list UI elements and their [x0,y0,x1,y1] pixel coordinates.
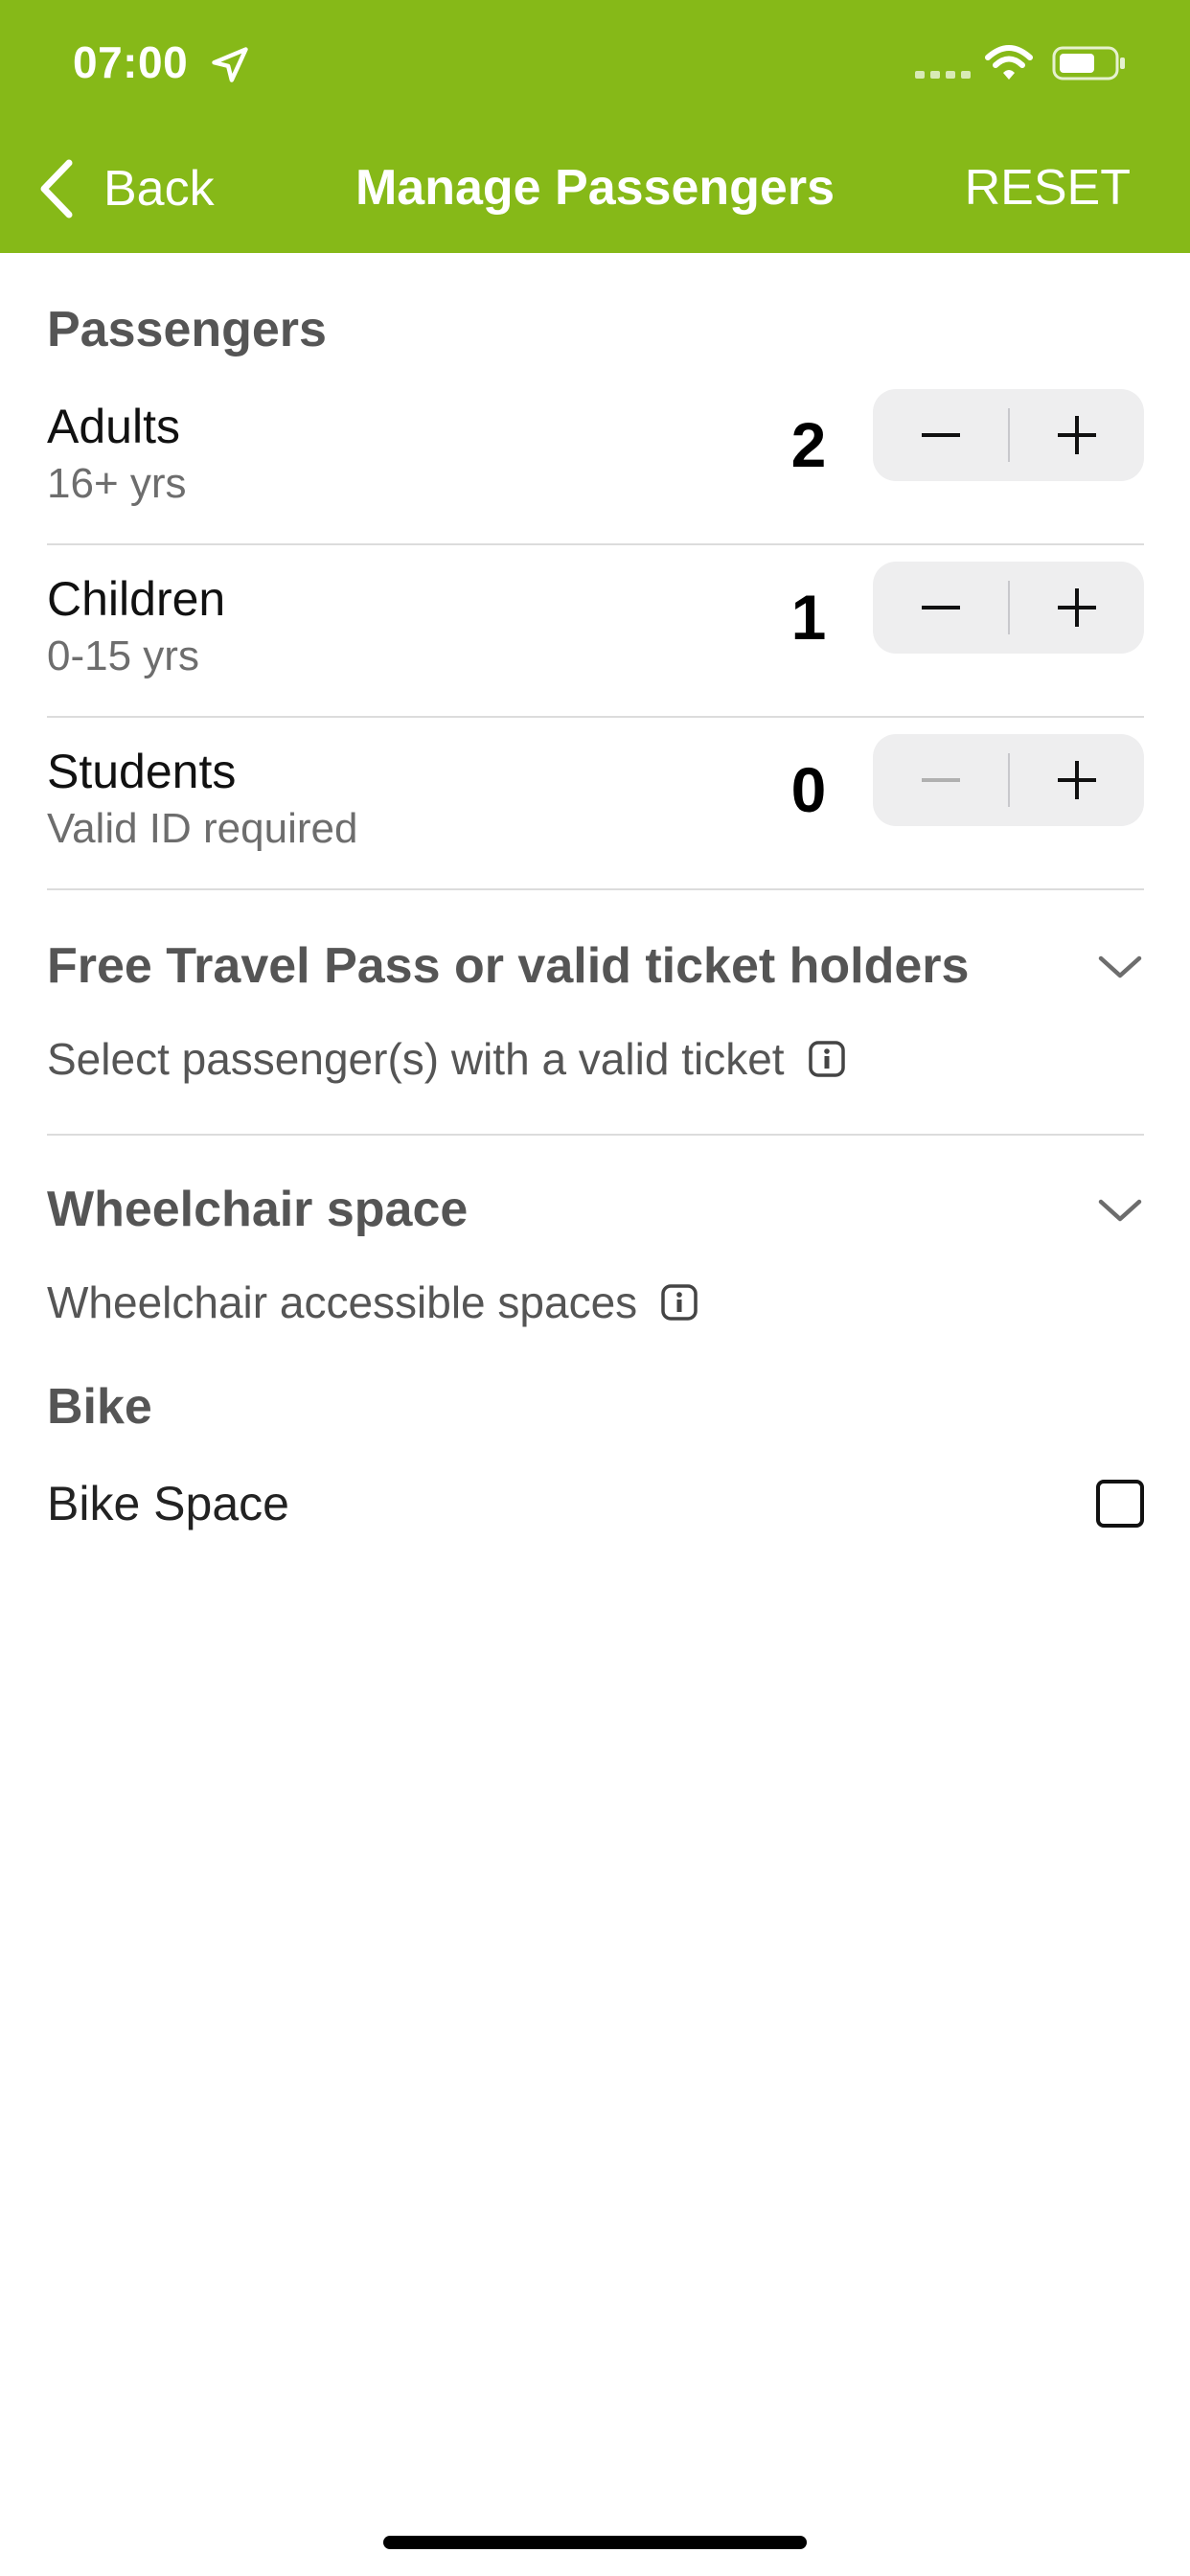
bike-space-label: Bike Space [47,1477,289,1530]
row-divider [47,543,1144,545]
reset-button[interactable]: RESET [965,159,1131,217]
wifi-icon [985,45,1033,80]
passengers-section-title: Passengers [47,302,327,357]
plus-icon [1057,761,1096,799]
adults-decrement-button[interactable] [873,389,1008,481]
wheelchair-section[interactable]: Wheelchair space [47,1181,1144,1238]
minus-icon [921,433,960,437]
row-name: Adults [47,400,180,453]
home-indicator[interactable] [383,2536,807,2549]
info-icon[interactable] [808,1040,846,1078]
battery-icon [1052,46,1125,80]
students-decrement-button[interactable] [873,734,1008,826]
chevron-down-icon[interactable] [1096,1186,1144,1234]
children-decrement-button[interactable] [873,562,1008,654]
plus-icon [1057,416,1096,454]
info-icon[interactable] [660,1283,698,1322]
row-subtitle: 16+ yrs [47,460,187,507]
row-divider [47,888,1144,890]
children-stepper [873,562,1144,654]
wheelchair-subtitle-row: Wheelchair accessible spaces [47,1276,698,1328]
bike-space-checkbox[interactable] [1096,1480,1144,1528]
free-travel-section[interactable]: Free Travel Pass or valid ticket holders [47,937,1144,995]
plus-icon [1057,588,1096,627]
wheelchair-subtitle: Wheelchair accessible spaces [47,1277,638,1327]
row-name: Children [47,572,226,626]
free-travel-title: Free Travel Pass or valid ticket holders [47,938,970,994]
row-divider [47,716,1144,718]
free-travel-subtitle-row: Select passenger(s) with a valid ticket [47,1033,846,1085]
passenger-row-students: Students Valid ID required 0 [47,734,1144,916]
cellular-signal-icon [915,71,971,79]
adults-stepper [873,389,1144,481]
minus-icon [921,606,960,610]
section-divider [47,1134,1144,1136]
students-stepper [873,734,1144,826]
adults-increment-button[interactable] [1009,389,1144,481]
row-subtitle: 0-15 yrs [47,632,199,679]
passenger-row-children: Children 0-15 yrs 1 [47,562,1144,744]
status-time: 07:00 [73,37,189,87]
bike-section-title: Bike [47,1379,152,1435]
row-name: Students [47,745,237,798]
wheelchair-title: Wheelchair space [47,1182,469,1237]
passenger-row-adults: Adults 16+ yrs 2 [47,389,1144,571]
header-bar: 07:00 Back Manage Passengers RESET [0,0,1190,253]
location-arrow-icon [212,47,248,82]
students-increment-button[interactable] [1009,734,1144,826]
row-subtitle: Valid ID required [47,805,358,852]
minus-icon [921,778,960,782]
free-travel-subtitle: Select passenger(s) with a valid ticket [47,1034,785,1084]
chevron-down-icon[interactable] [1096,943,1144,991]
children-increment-button[interactable] [1009,562,1144,654]
